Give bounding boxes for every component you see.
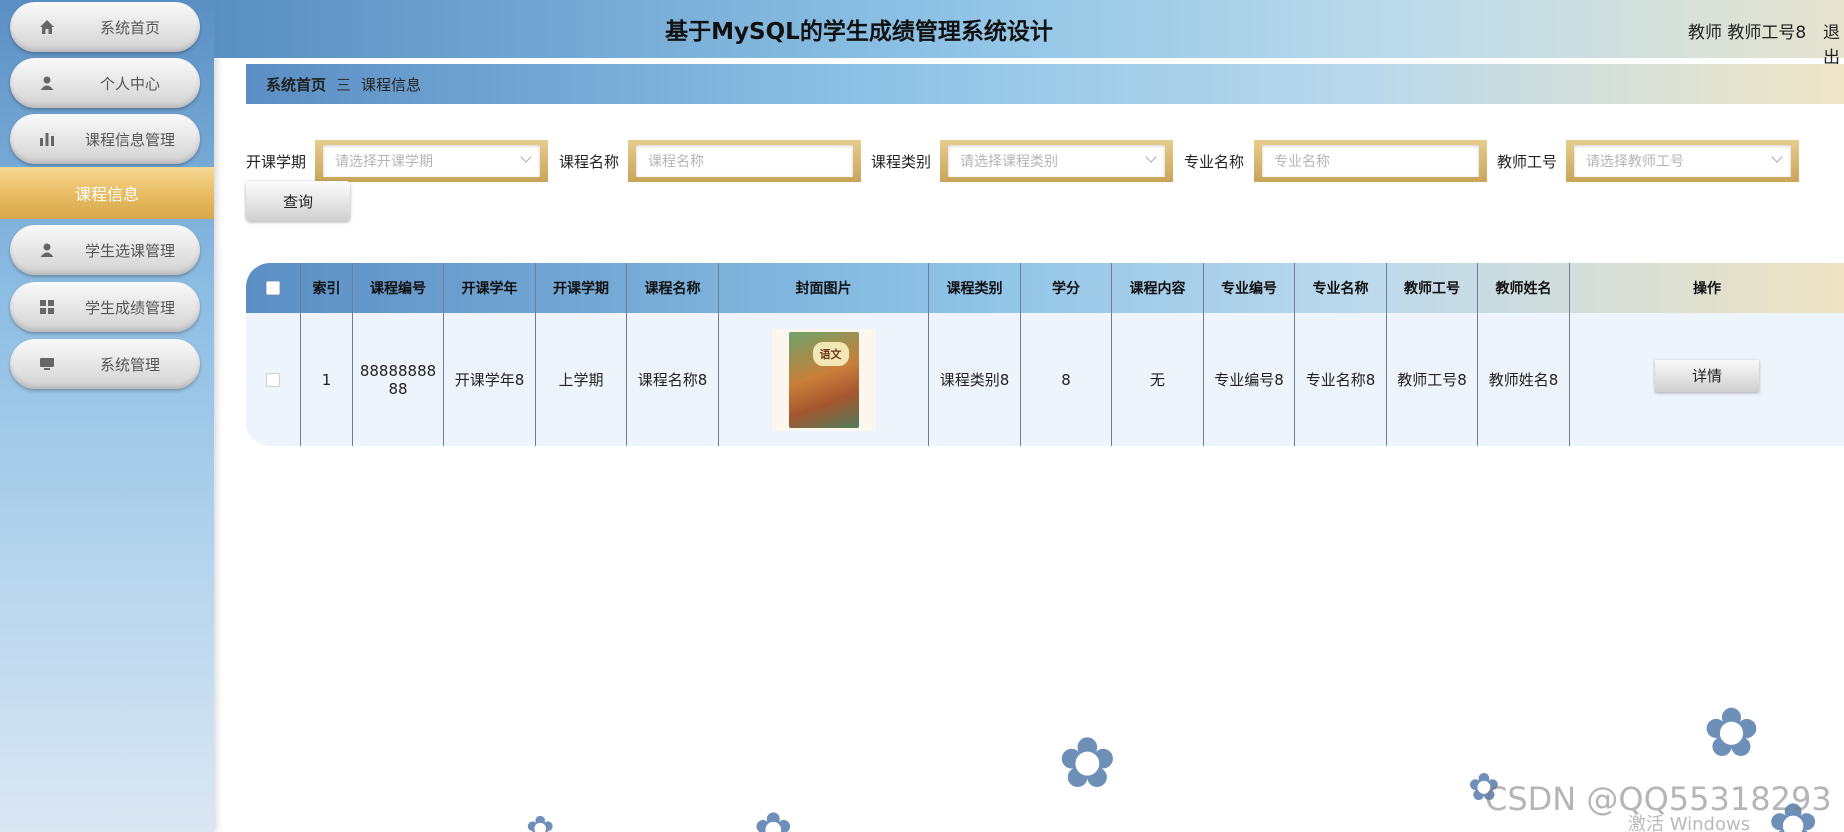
sidebar-item-profile[interactable]: 个人中心 <box>10 58 200 108</box>
filter-label-course-category: 课程类别 <box>871 153 932 171</box>
breadcrumb: 系统首页 三 课程信息 <box>246 64 1844 104</box>
chevron-down-icon <box>520 151 532 163</box>
cell-teacher-name: 教师姓名8 <box>1477 313 1569 446</box>
semester-select-placeholder: 请选择开课学期 <box>335 154 433 170</box>
column-header[interactable]: 教师工号 <box>1386 263 1477 313</box>
column-header[interactable]: 课程名称 <box>626 263 718 313</box>
row-select-cell <box>246 313 300 446</box>
current-user: 教师 教师工号8 <box>1688 23 1807 43</box>
column-header[interactable]: 课程编号 <box>352 263 443 313</box>
filter-label-teacher-no: 教师工号 <box>1497 153 1558 171</box>
grid-icon <box>38 298 56 316</box>
major-name-input[interactable]: 专业名称 <box>1254 140 1487 182</box>
sidebar-item-course-management[interactable]: 课程信息管理 <box>10 114 200 164</box>
cell-actions: 详情 <box>1569 313 1844 446</box>
search-button[interactable]: 查询 <box>246 181 350 221</box>
sidebar-item-label: 学生选课管理 <box>84 241 175 260</box>
column-header[interactable]: 专业名称 <box>1294 263 1386 313</box>
sidebar-item-label: 课程信息管理 <box>84 130 175 149</box>
column-header[interactable]: 开课学年 <box>443 263 535 313</box>
bar-chart-icon <box>38 130 56 148</box>
course-name-input[interactable]: 课程名称 <box>628 140 861 182</box>
monitor-icon <box>38 355 56 373</box>
column-header[interactable]: 专业编号 <box>1203 263 1294 313</box>
cell-major-no: 专业编号8 <box>1203 313 1294 446</box>
os-activation-notice: 激活 Windows <box>1628 814 1751 832</box>
breadcrumb-home[interactable]: 系统首页 <box>266 74 326 95</box>
detail-button[interactable]: 详情 <box>1655 359 1759 392</box>
flower-decoration-icon: ✿ <box>526 809 555 832</box>
book-cover-icon: 语文 <box>788 331 859 428</box>
column-header[interactable]: 课程类别 <box>928 263 1020 313</box>
sidebar-item-label: 系统管理 <box>99 355 160 374</box>
breadcrumb-separator: 三 <box>336 75 352 94</box>
chevron-down-icon <box>1145 151 1157 163</box>
sidebar-item-home[interactable]: 系统首页 <box>10 2 200 52</box>
course-category-select[interactable]: 请选择课程类别 <box>940 140 1173 182</box>
sidebar-item-label: 学生成绩管理 <box>84 298 175 317</box>
column-header[interactable]: 课程内容 <box>1111 263 1203 313</box>
home-icon <box>38 18 56 36</box>
cell-year: 开课学年8 <box>443 313 535 446</box>
cell-semester: 上学期 <box>535 313 626 446</box>
select-all-cell <box>246 263 300 313</box>
cell-course-name: 课程名称8 <box>626 313 718 446</box>
cover-image[interactable]: 语文 <box>771 328 876 431</box>
filter-label-semester: 开课学期 <box>246 153 307 171</box>
row-checkbox[interactable] <box>266 372 280 387</box>
course-name-input-placeholder: 课程名称 <box>648 154 704 170</box>
top-header: 基于MySQL的学生成绩管理系统设计 教师 教师工号8 退出 <box>214 0 1844 68</box>
page-title: 基于MySQL的学生成绩管理系统设计 <box>665 19 1053 45</box>
cell-category: 课程类别8 <box>928 313 1020 446</box>
sidebar-item-grade-management[interactable]: 学生成绩管理 <box>10 282 200 332</box>
flower-decoration-icon: ✿ <box>1058 722 1117 804</box>
select-all-checkbox[interactable] <box>266 281 280 295</box>
cell-major-name: 专业名称8 <box>1294 313 1386 446</box>
cell-course-no: 88888888 88 <box>352 313 443 446</box>
filter-label-course-name: 课程名称 <box>559 153 620 171</box>
cell-cover: 语文 <box>718 313 928 446</box>
column-header[interactable]: 索引 <box>300 263 352 313</box>
semester-select[interactable]: 请选择开课学期 <box>315 140 548 182</box>
cell-credit: 8 <box>1020 313 1111 446</box>
sidebar-item-label: 系统首页 <box>99 18 160 37</box>
teacher-no-select[interactable]: 请选择教师工号 <box>1566 140 1799 182</box>
sidebar: 系统首页 个人中心 课程信息管理 课程信息 学生选课管理 学生成绩管理 系统管理 <box>0 0 214 832</box>
column-header[interactable]: 封面图片 <box>718 263 928 313</box>
logout-link[interactable]: 退出 <box>1823 18 1844 68</box>
table-header: 索引 课程编号 开课学年 开课学期 课程名称 封面图片 课程类别 学分 课程内容… <box>246 263 1844 313</box>
flower-decoration-icon: ✿ <box>754 802 793 832</box>
column-header[interactable]: 教师姓名 <box>1477 263 1569 313</box>
chevron-down-icon <box>1771 151 1783 163</box>
cell-index: 1 <box>300 313 352 446</box>
cell-content: 无 <box>1111 313 1203 446</box>
user-icon <box>38 241 56 259</box>
column-header: 操作 <box>1569 263 1844 313</box>
filter-label-major-name: 专业名称 <box>1184 153 1245 171</box>
course-table: 索引 课程编号 开课学年 开课学期 课程名称 封面图片 课程类别 学分 课程内容… <box>246 263 1844 446</box>
course-category-select-placeholder: 请选择课程类别 <box>960 154 1058 170</box>
sidebar-item-system[interactable]: 系统管理 <box>10 339 200 389</box>
user-icon <box>38 74 56 92</box>
major-name-input-placeholder: 专业名称 <box>1274 154 1330 170</box>
cell-teacher-no: 教师工号8 <box>1386 313 1477 446</box>
flower-decoration-icon: ✿ <box>1703 694 1760 773</box>
table-row: 1 88888888 88 开课学年8 上学期 课程名称8 语文 课程类别8 8… <box>246 313 1844 446</box>
sidebar-subitem-course-info[interactable]: 课程信息 <box>0 167 214 219</box>
column-header[interactable]: 学分 <box>1020 263 1111 313</box>
breadcrumb-current: 课程信息 <box>361 75 422 94</box>
teacher-no-select-placeholder: 请选择教师工号 <box>1586 154 1684 170</box>
sidebar-item-label: 个人中心 <box>99 74 160 93</box>
sidebar-item-course-selection[interactable]: 学生选课管理 <box>10 225 200 275</box>
book-cover-title: 语文 <box>812 341 849 366</box>
column-header[interactable]: 开课学期 <box>535 263 626 313</box>
